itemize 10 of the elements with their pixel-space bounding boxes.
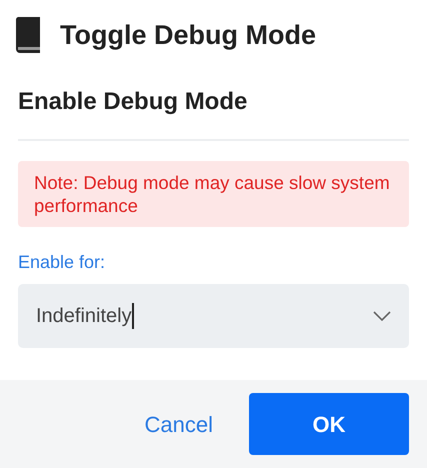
text-cursor xyxy=(132,302,134,329)
dropdown-field[interactable]: Indefinitely xyxy=(18,284,409,348)
dialog-heading: Enable Debug Mode xyxy=(17,87,248,117)
dropdown-value: Indefinitely xyxy=(36,304,132,329)
ok-button[interactable]: OK xyxy=(249,393,409,455)
field-label: Enable for: xyxy=(18,250,106,274)
cancel-link[interactable]: Cancel xyxy=(138,406,219,442)
window-title: Toggle Debug Mode xyxy=(60,18,316,52)
alert-message: Note: Debug mode may cause slow system performance xyxy=(18,160,409,227)
chevron-down-icon xyxy=(373,310,391,321)
